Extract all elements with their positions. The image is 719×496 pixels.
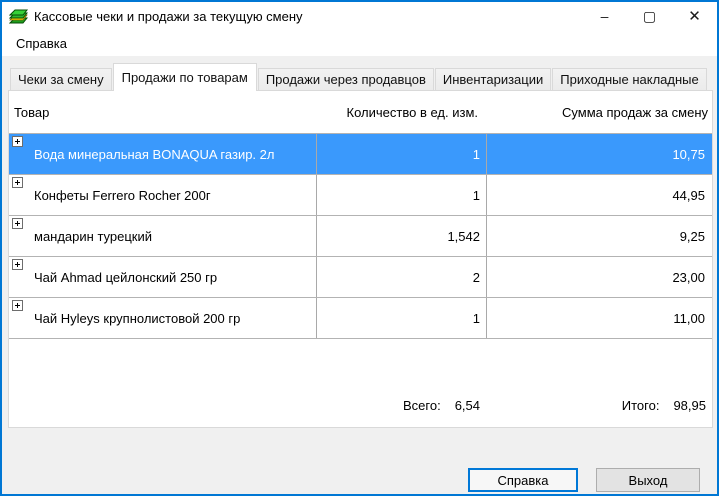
grid-header: Товар Количество в ед. изм. Сумма продаж… — [9, 91, 712, 133]
total-quantity-label: Всего: — [403, 398, 441, 413]
table-row[interactable]: Конфеты Ferrero Rocher 200г 1 44,95 — [9, 174, 712, 215]
total-sum-label: Итого: — [622, 398, 660, 413]
help-button[interactable]: Справка — [468, 468, 578, 492]
column-header-sum: Сумма продаж за смену — [486, 105, 712, 120]
column-header-product: Товар — [9, 105, 316, 120]
expand-icon[interactable] — [12, 177, 23, 188]
product-name: мандарин турецкий — [34, 229, 152, 244]
tab-strip: Чеки за смену Продажи по товарам Продажи… — [10, 62, 708, 90]
product-sum: 9,25 — [486, 216, 712, 256]
expand-icon[interactable] — [12, 136, 23, 147]
window-controls: – ▢ ✕ — [582, 2, 717, 30]
sales-by-product-page: Товар Количество в ед. изм. Сумма продаж… — [8, 90, 713, 428]
tab-receipts[interactable]: Чеки за смену — [10, 68, 112, 90]
product-quantity: 1,542 — [316, 216, 486, 256]
product-sum: 10,75 — [486, 134, 712, 174]
product-name: Конфеты Ferrero Rocher 200г — [34, 188, 211, 203]
menu-item-help[interactable]: Справка — [11, 33, 72, 54]
total-sum-value: 98,95 — [673, 398, 706, 413]
close-icon[interactable]: ✕ — [672, 2, 717, 30]
expand-icon[interactable] — [12, 300, 23, 311]
table-row[interactable]: Чай Ahmad цейлонский 250 гр 2 23,00 — [9, 256, 712, 297]
product-quantity: 2 — [316, 257, 486, 297]
money-icon — [9, 9, 29, 24]
expand-icon[interactable] — [12, 259, 23, 270]
maximize-icon[interactable]: ▢ — [627, 2, 672, 30]
grid-totals: Всего: 6,54 Итого: 98,95 — [9, 398, 712, 414]
table-row[interactable]: Чай Hyleys крупнолистовой 200 гр 1 11,00 — [9, 297, 712, 338]
exit-button[interactable]: Выход — [596, 468, 700, 492]
tab-inventories[interactable]: Инвентаризации — [435, 68, 551, 90]
tab-incoming-invoices[interactable]: Приходные накладные — [552, 68, 706, 90]
column-header-quantity: Количество в ед. изм. — [316, 105, 486, 120]
product-quantity: 1 — [316, 298, 486, 338]
product-sum: 11,00 — [486, 298, 712, 338]
product-sum: 23,00 — [486, 257, 712, 297]
menu-bar: Справка — [2, 30, 717, 56]
tab-sales-by-seller[interactable]: Продажи через продавцов — [258, 68, 434, 90]
product-name: Чай Hyleys крупнолистовой 200 гр — [34, 311, 240, 326]
minimize-icon[interactable]: – — [582, 2, 627, 30]
tab-sales-by-product[interactable]: Продажи по товарам — [113, 63, 257, 91]
expand-icon[interactable] — [12, 218, 23, 229]
window-title: Кассовые чеки и продажи за текущую смену — [34, 9, 303, 24]
table-row[interactable]: Вода минеральная BONAQUA газир. 2л 1 10,… — [9, 133, 712, 174]
title-bar: Кассовые чеки и продажи за текущую смену… — [2, 2, 717, 30]
product-name: Чай Ahmad цейлонский 250 гр — [34, 270, 217, 285]
product-sum: 44,95 — [486, 175, 712, 215]
product-quantity: 1 — [316, 175, 486, 215]
table-row[interactable]: мандарин турецкий 1,542 9,25 — [9, 215, 712, 256]
product-quantity: 1 — [316, 134, 486, 174]
total-quantity-value: 6,54 — [455, 398, 480, 413]
app-window: Кассовые чеки и продажи за текущую смену… — [0, 0, 719, 496]
product-name: Вода минеральная BONAQUA газир. 2л — [34, 147, 274, 162]
grid-rows: Вода минеральная BONAQUA газир. 2л 1 10,… — [9, 133, 712, 339]
